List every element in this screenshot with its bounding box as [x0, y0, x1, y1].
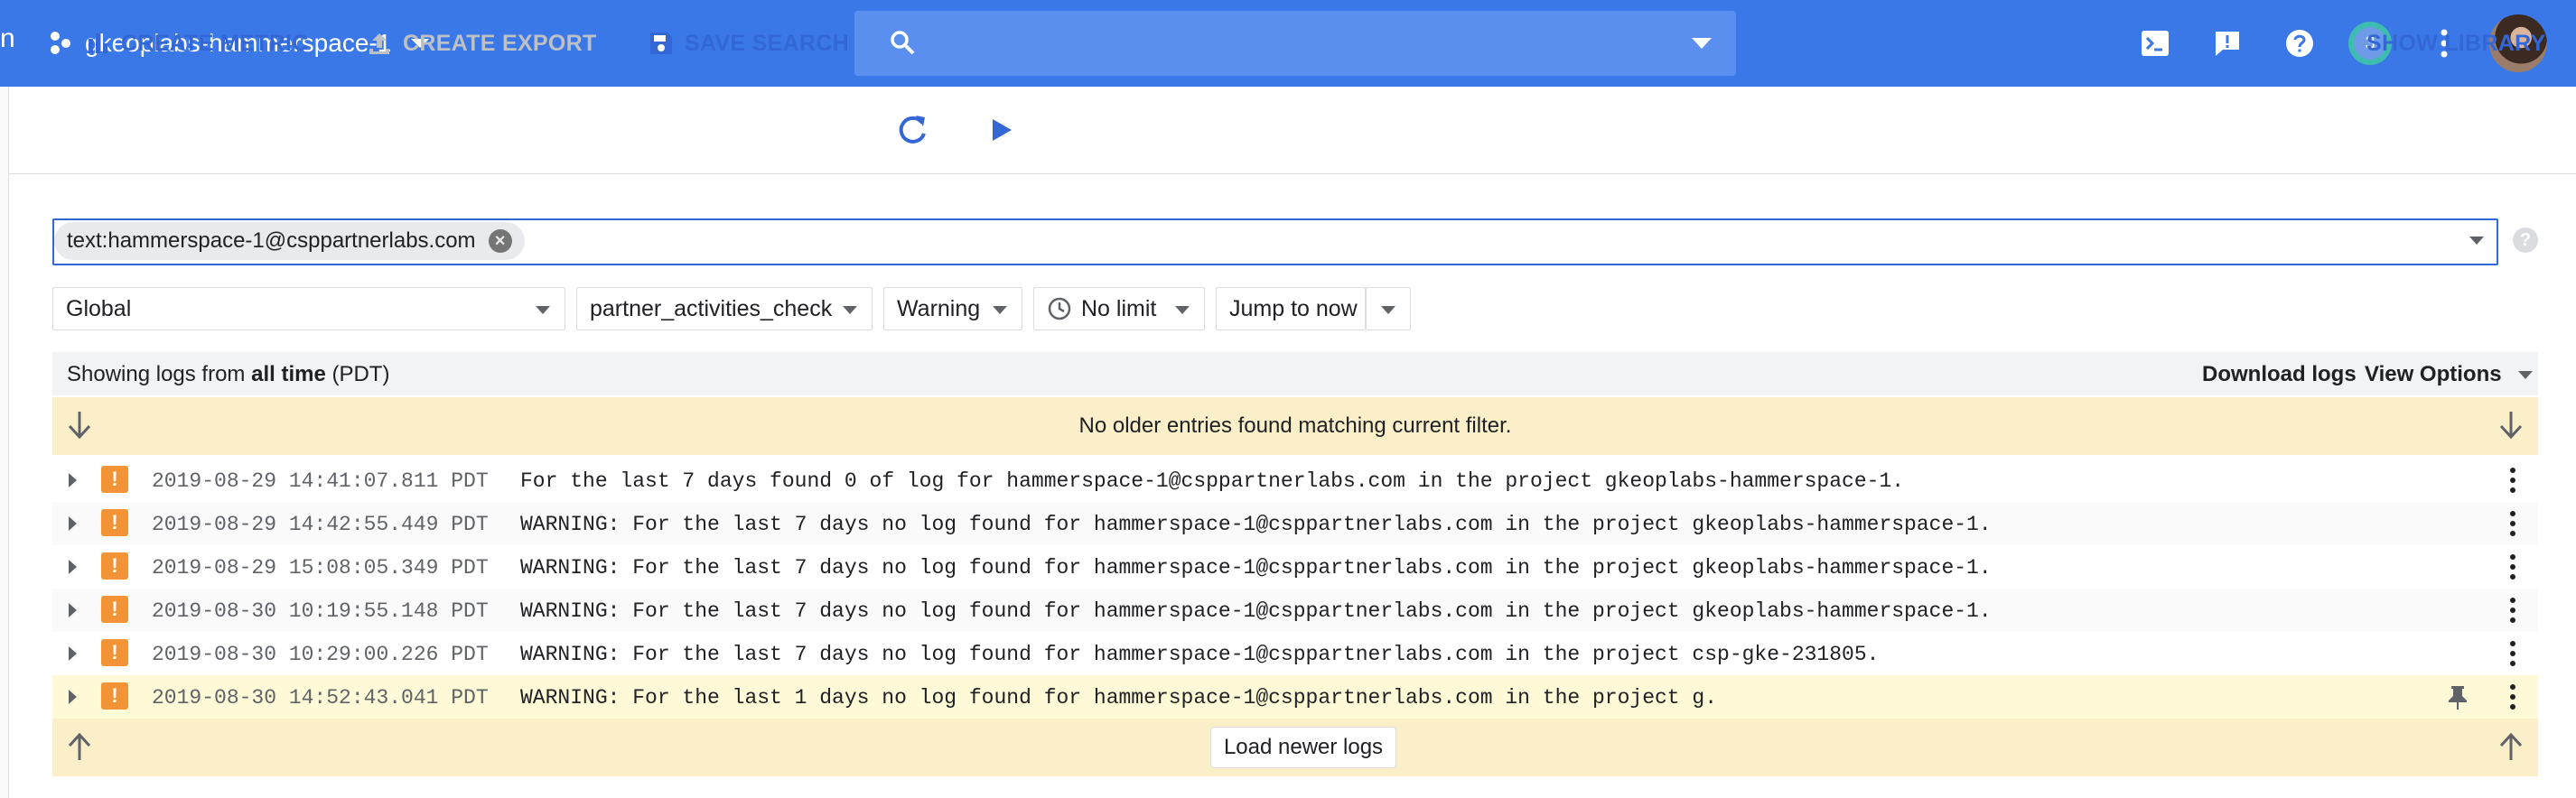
time-range-value: No limit — [1081, 295, 1157, 321]
expand-row-icon[interactable] — [69, 473, 77, 487]
time-range-select[interactable]: No limit — [1033, 287, 1205, 330]
logs-panel-header: Showing logs from all time (PDT) Downloa… — [52, 352, 2538, 395]
create-export-label: CREATE EXPORT — [403, 30, 597, 56]
search-icon — [889, 29, 916, 56]
download-logs-button[interactable]: Download logs — [2202, 362, 2357, 387]
warning-severity-icon: ! — [101, 466, 128, 493]
filter-chip-label: text:hammerspace-1@csppartnerlabs.com — [67, 228, 476, 253]
cloud-shell-icon[interactable] — [2133, 22, 2177, 65]
resource-select[interactable]: Global — [52, 287, 565, 330]
search-input[interactable] — [936, 25, 1626, 63]
log-message: WARNING: For the last 7 days no log foun… — [520, 599, 1992, 623]
load-newer-logs-button[interactable]: Load newer logs — [1210, 727, 1396, 768]
bar-chart-icon — [87, 32, 121, 55]
log-timestamp: 2019-08-29 15:08:05.349 PDT — [152, 556, 489, 580]
older-entries-message: No older entries found matching current … — [1078, 413, 1512, 438]
arrow-up-icon[interactable] — [2498, 731, 2524, 762]
severity-select[interactable]: Warning — [883, 287, 1022, 330]
chevron-down-icon — [843, 306, 857, 314]
row-menu-icon[interactable] — [2502, 466, 2524, 495]
chevron-down-icon — [536, 306, 550, 314]
row-menu-icon[interactable] — [2502, 596, 2524, 625]
log-timestamp: 2019-08-30 10:19:55.148 PDT — [152, 599, 489, 623]
log-timestamp: 2019-08-30 14:52:43.041 PDT — [152, 686, 489, 710]
log-row[interactable]: ! 2019-08-29 15:08:05.349 PDT WARNING: F… — [52, 545, 2538, 589]
log-message: For the last 7 days found 0 of log for h… — [520, 469, 1905, 493]
feedback-icon[interactable] — [2206, 22, 2249, 65]
arrow-down-icon[interactable] — [2498, 410, 2524, 441]
filter-chip[interactable]: text:hammerspace-1@csppartnerlabs.com × — [54, 222, 525, 260]
log-row[interactable]: ! 2019-08-30 10:29:00.226 PDT WARNING: F… — [52, 632, 2538, 676]
row-menu-icon[interactable] — [2502, 682, 2524, 711]
upload-icon — [367, 31, 403, 56]
filter-dropdown-icon[interactable] — [2469, 237, 2484, 245]
log-timestamp: 2019-08-30 10:29:00.226 PDT — [152, 643, 489, 666]
log-message: WARNING: For the last 7 days no log foun… — [520, 643, 1880, 666]
view-options-button[interactable]: View Options — [2365, 362, 2533, 387]
warning-severity-icon: ! — [101, 552, 128, 580]
log-message: WARNING: For the last 1 days no log foun… — [520, 686, 1718, 710]
chevron-down-icon — [1175, 306, 1190, 314]
chevron-down-icon — [993, 306, 1007, 314]
show-library-button[interactable]: SHOW LIBRARY — [2366, 23, 2546, 63]
help-icon[interactable] — [2278, 22, 2321, 65]
warning-severity-icon: ! — [101, 509, 128, 536]
jump-to-now-button[interactable]: Jump to now — [1216, 287, 1366, 330]
filter-help-icon[interactable]: ? — [2513, 227, 2538, 253]
logs-toolbar — [9, 87, 2576, 174]
expand-row-icon[interactable] — [69, 690, 77, 704]
view-options-label: View Options — [2365, 362, 2502, 386]
log-message: WARNING: For the last 7 days no log foun… — [520, 556, 1992, 580]
warning-severity-icon: ! — [101, 639, 128, 666]
row-menu-icon[interactable] — [2502, 639, 2524, 668]
save-icon — [649, 31, 685, 56]
nav-edge-text: n — [0, 23, 15, 53]
log-row[interactable]: ! 2019-08-30 10:19:55.148 PDT WARNING: F… — [52, 589, 2538, 633]
search-dropdown-icon[interactable] — [1691, 37, 1713, 50]
create-metric-label: CREATE METRIC — [121, 30, 309, 56]
expand-row-icon[interactable] — [69, 560, 77, 574]
log-row[interactable]: ! 2019-08-29 14:41:07.811 PDT For the la… — [52, 459, 2538, 503]
expand-row-icon[interactable] — [69, 646, 77, 661]
log-range-info: Showing logs from all time (PDT) — [67, 362, 389, 387]
create-metric-button[interactable]: CREATE METRIC — [87, 23, 309, 63]
row-menu-icon[interactable] — [2502, 509, 2524, 538]
row-menu-icon[interactable] — [2502, 552, 2524, 581]
jump-to-now-label: Jump to now — [1229, 295, 1358, 321]
project-icon — [47, 30, 74, 57]
arrow-up-icon[interactable] — [67, 731, 92, 762]
remove-chip-icon[interactable]: × — [488, 229, 512, 253]
clock-icon — [1047, 296, 1072, 321]
log-range-suffix: (PDT) — [325, 362, 390, 386]
log-message: WARNING: For the last 7 days no log foun… — [520, 513, 1992, 536]
log-name-select[interactable]: partner_activities_check — [576, 287, 873, 330]
pin-icon[interactable] — [2446, 684, 2469, 711]
log-name-value: partner_activities_check — [590, 295, 833, 321]
chevron-down-icon — [1381, 306, 1395, 314]
save-search-button[interactable]: SAVE SEARCH — [649, 23, 849, 63]
warning-severity-icon: ! — [101, 596, 128, 623]
expand-row-icon[interactable] — [69, 603, 77, 617]
chevron-down-icon — [2517, 370, 2533, 379]
older-entries-band: No older entries found matching current … — [52, 397, 2538, 455]
resource-value: Global — [66, 295, 132, 321]
severity-value: Warning — [897, 295, 981, 321]
search-bar[interactable] — [854, 11, 1736, 76]
log-timestamp: 2019-08-29 14:42:55.449 PDT — [152, 513, 489, 536]
nav-rail-edge — [0, 87, 9, 798]
log-row-highlighted[interactable]: ! 2019-08-30 14:52:43.041 PDT WARNING: F… — [52, 675, 2538, 719]
jump-options-dropdown[interactable] — [1366, 287, 1411, 330]
log-range-bold: all time — [251, 362, 326, 386]
log-row[interactable]: ! 2019-08-29 14:42:55.449 PDT WARNING: F… — [52, 502, 2538, 546]
refresh-icon[interactable] — [894, 112, 930, 148]
warning-severity-icon: ! — [101, 682, 128, 710]
show-library-label: SHOW LIBRARY — [2366, 30, 2546, 56]
log-timestamp: 2019-08-29 14:41:07.811 PDT — [152, 469, 489, 493]
play-icon[interactable] — [990, 117, 1013, 143]
log-range-prefix: Showing logs from — [67, 362, 252, 386]
create-export-button[interactable]: CREATE EXPORT — [367, 23, 597, 63]
save-search-label: SAVE SEARCH — [685, 30, 850, 56]
expand-row-icon[interactable] — [69, 516, 77, 531]
